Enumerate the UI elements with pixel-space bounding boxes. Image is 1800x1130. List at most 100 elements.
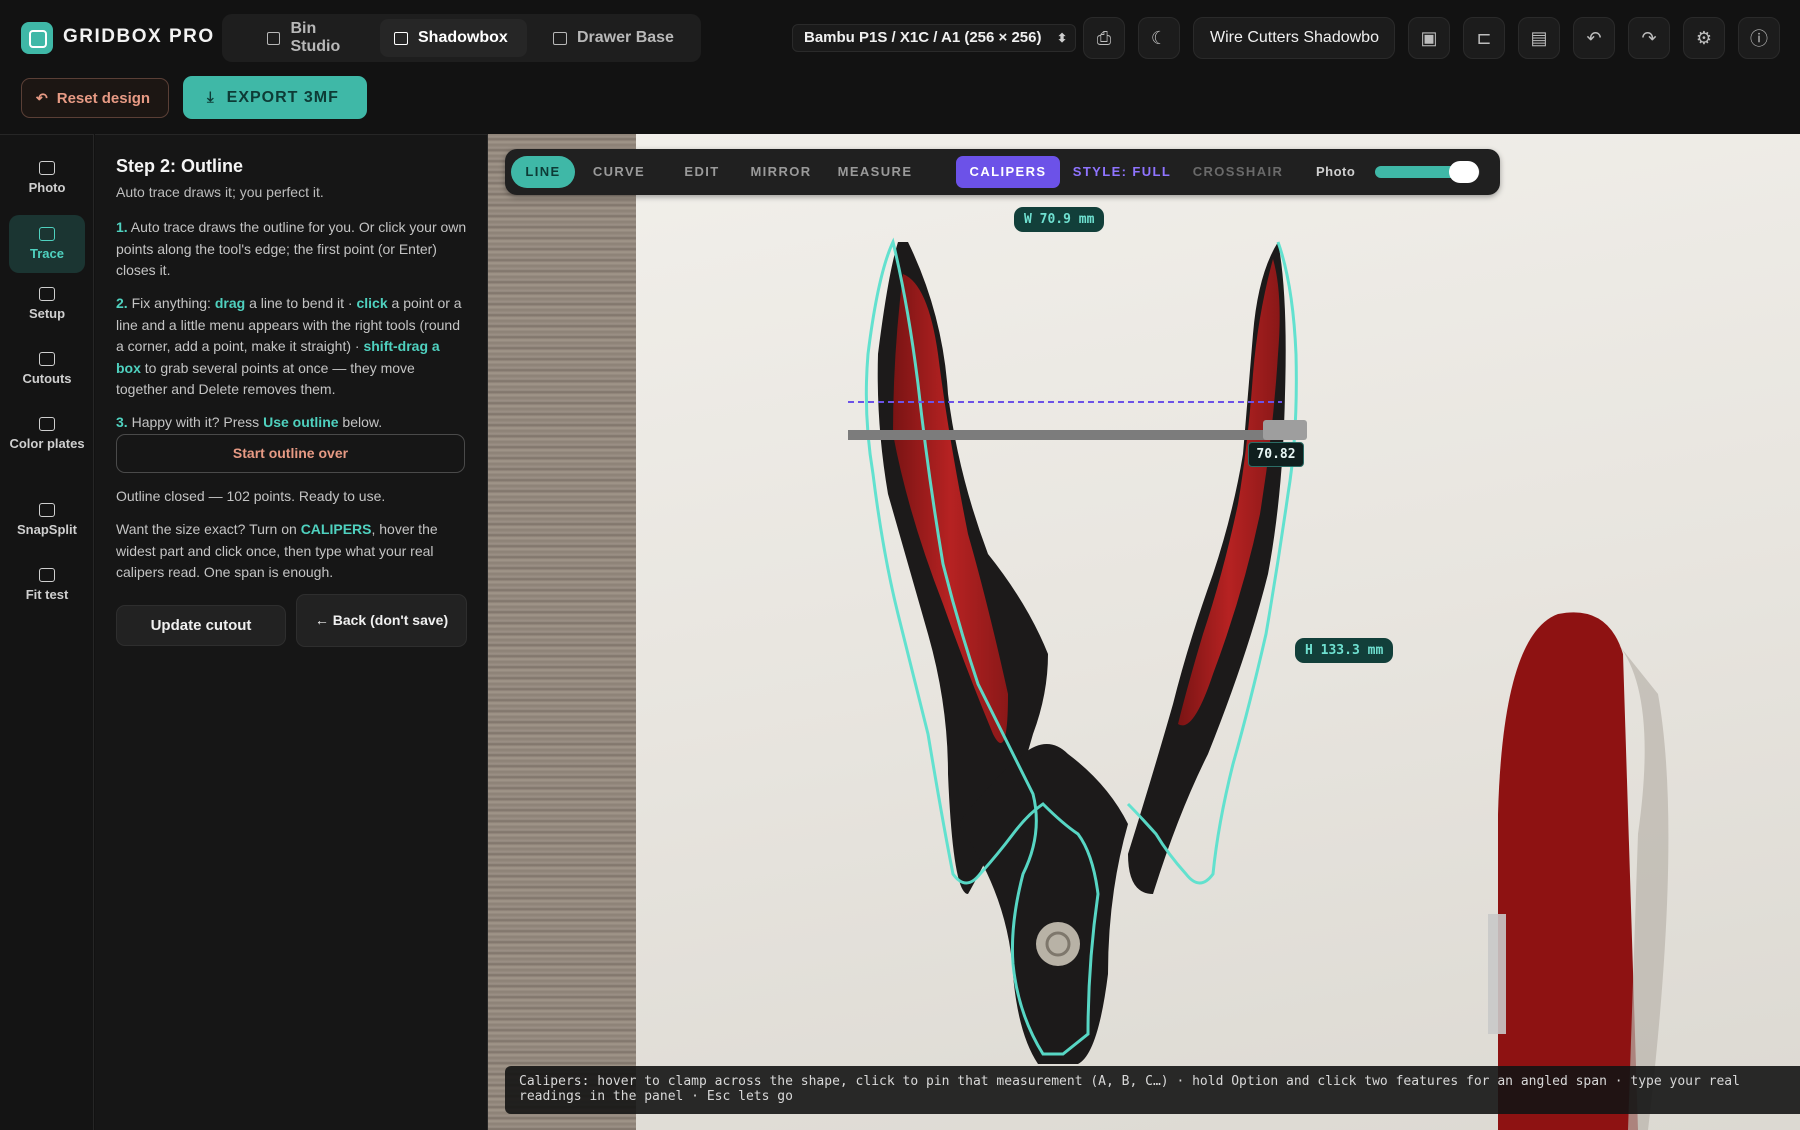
layers-icon [39, 417, 55, 431]
save-button[interactable]: ▣ [1408, 17, 1450, 59]
rail-item-cutouts[interactable]: Cutouts [9, 352, 85, 404]
width-dimension: W 70.9 mm [1014, 207, 1105, 232]
rail-label: Photo [28, 180, 66, 195]
slider-knob[interactable] [1449, 161, 1480, 183]
tab-bin-studio[interactable]: Bin Studio [242, 19, 367, 57]
tool-calipers[interactable]: CALIPERS [956, 156, 1060, 188]
cutouts-icon [39, 352, 55, 366]
height-dimension: H 133.3 mm [1295, 638, 1394, 663]
tool-mirror[interactable]: MIRROR [741, 156, 821, 188]
tab-label: Bin Studio [290, 20, 341, 55]
printer-value: Bambu P1S / X1C / A1 (256 × 256) [804, 29, 1042, 46]
knife-blade [1488, 914, 1506, 1034]
folder-icon: ⊏ [1476, 27, 1492, 48]
step-text: Happy with it? Press [127, 414, 264, 430]
pocket-knife [1498, 612, 1638, 1130]
layers-icon: ▤ [1530, 27, 1548, 48]
step-text: a line to bend it · [245, 295, 357, 311]
info-button[interactable]: ⓘ [1738, 17, 1780, 59]
info-icon: ⓘ [1750, 29, 1768, 49]
redo-button[interactable]: ↷ [1628, 17, 1670, 59]
step-text: Fix anything: [127, 295, 215, 311]
panel-subtitle: Auto trace draws it; you perfect it. [116, 184, 324, 200]
trace-toolbar: LINE CURVE EDIT MIRROR MEASURE CALIPERS … [505, 149, 1500, 195]
rail-label: Trace [30, 246, 64, 261]
caliper-ruler [848, 430, 1268, 440]
rail-item-fit-test[interactable]: Fit test [9, 568, 85, 620]
outline-status: Outline closed — 102 points. Ready to us… [116, 488, 386, 504]
shadowbox-icon [394, 31, 408, 45]
caliper-reading[interactable]: 70.82 [1248, 442, 1304, 467]
photo-opacity-slider[interactable] [1375, 161, 1480, 183]
top-bar: GRIDBOX PRO Bin Studio Shadowbox Drawer … [0, 0, 1800, 76]
keyword-calipers: CALIPERS [300, 521, 372, 537]
open-button[interactable]: ⊏ [1463, 17, 1505, 59]
mode-switcher: Bin Studio Shadowbox Drawer Base [222, 14, 701, 62]
undo-button[interactable]: ↶ [1573, 17, 1615, 59]
tool-measure[interactable]: MEASURE [830, 156, 920, 188]
rail-item-snapsplit[interactable]: SnapSplit [9, 503, 85, 555]
bin-icon [267, 31, 281, 45]
canvas-hint-bar: Calipers: hover to clamp across the shap… [505, 1066, 1800, 1114]
split-icon [39, 503, 55, 517]
back-button[interactable]: ← Back (don't save) [296, 594, 467, 647]
download-icon: ⤓ [207, 89, 215, 106]
tab-shadowbox[interactable]: Shadowbox [380, 19, 527, 57]
setup-icon [39, 287, 55, 301]
pivot-screw [1036, 922, 1080, 966]
app-logo-icon [21, 22, 53, 54]
step-number: 1. [116, 219, 128, 235]
reset-design-button[interactable]: ↶ Reset design [21, 78, 169, 118]
rail-item-setup[interactable]: Setup [9, 287, 85, 339]
tool-line[interactable]: LINE [511, 156, 575, 188]
trace-icon [39, 227, 55, 241]
calipers-hint: Want the size exact? Turn on CALIPERS, h… [116, 519, 468, 584]
trace-canvas[interactable]: LINE CURVE EDIT MIRROR MEASURE CALIPERS … [488, 134, 1800, 1130]
tool-curve[interactable]: CURVE [583, 156, 655, 188]
step-3: 3. Happy with it? Press Use outline belo… [116, 412, 468, 434]
keyword-click: click [356, 295, 388, 311]
redo-icon: ↷ [1641, 27, 1657, 48]
rail-item-photo[interactable]: Photo [9, 157, 85, 209]
rail-label: Setup [28, 306, 66, 321]
side-rail: Photo Trace Setup Cutouts Color plates S… [0, 134, 94, 1130]
theme-toggle-button[interactable]: ☾ [1138, 17, 1180, 59]
rail-item-trace[interactable]: Trace [9, 215, 85, 273]
rail-label: Fit test [25, 587, 69, 602]
rail-item-color-plates[interactable]: Color plates [9, 417, 85, 477]
hint-text: Want the size exact? Turn on [116, 521, 301, 537]
photo-icon [39, 161, 55, 175]
panel-title: Step 2: Outline [116, 156, 244, 176]
print-button[interactable]: ⎙ [1083, 17, 1125, 59]
reset-label: Reset design [56, 89, 151, 107]
tool-style-full[interactable]: STYLE: FULL [1070, 156, 1174, 188]
tool-crosshair[interactable]: CROSSHAIR [1188, 156, 1288, 188]
app-brand: GRIDBOX PRO [63, 26, 215, 47]
start-outline-over-button[interactable]: Start outline over [116, 434, 465, 473]
step-2: 2. Fix anything: drag a line to bend it … [116, 293, 468, 401]
tab-drawer-base[interactable]: Drawer Base [538, 19, 688, 57]
step-1: 1. Auto trace draws the outline for you.… [116, 217, 468, 282]
export-3mf-button[interactable]: ⤓ EXPORT 3MF [183, 76, 367, 119]
printer-select[interactable]: Bambu P1S / X1C / A1 (256 × 256) ⬍ [792, 24, 1076, 52]
update-cutout-button[interactable]: Update cutout [116, 605, 286, 646]
tab-label: Drawer Base [577, 29, 674, 46]
project-name-field[interactable]: Wire Cutters Shadowbo [1193, 17, 1395, 59]
layers-button[interactable]: ▤ [1518, 17, 1560, 59]
caliper-jaw [1263, 420, 1307, 440]
save-icon: ▣ [1420, 27, 1438, 48]
step-text: to grab several points at once — they mo… [116, 359, 415, 398]
settings-button[interactable]: ⚙ [1683, 17, 1725, 59]
rail-label: Cutouts [22, 371, 72, 386]
keyword-drag: drag [214, 295, 246, 311]
tab-label: Shadowbox [418, 29, 508, 46]
settings-icon: ⚙ [1695, 27, 1713, 48]
undo-icon: ↶ [36, 89, 48, 106]
photo-layer [848, 237, 1669, 1130]
tool-edit[interactable]: EDIT [672, 156, 732, 188]
rail-label: SnapSplit [17, 522, 77, 537]
moon-icon: ☾ [1150, 27, 1168, 48]
step-number: 3. [116, 414, 128, 430]
step-text: below. [338, 414, 383, 430]
print-icon: ⎙ [1096, 27, 1112, 48]
